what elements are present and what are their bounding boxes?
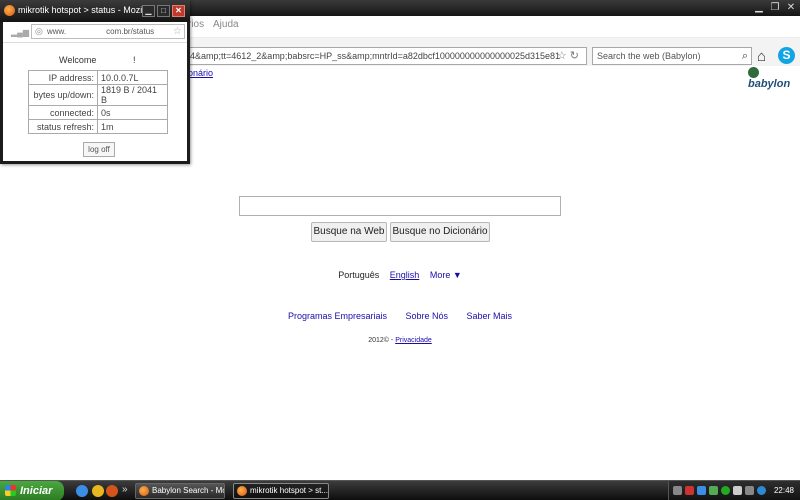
footer-link-sobre[interactable]: Sobre Nós [405,311,448,321]
footer-link-saber[interactable]: Saber Mais [467,311,513,321]
monitor-tray-icon[interactable] [745,486,754,495]
restore-icon[interactable]: ❐ [768,2,782,14]
search-icon[interactable]: ⌕ [742,48,748,64]
menu-item-ajuda[interactable]: Ajuda [213,19,239,30]
footer-link-programas[interactable]: Programas Empresariais [288,311,387,321]
signal-icon: ▂▄▆ [11,28,29,37]
firefox-icon [139,486,149,496]
babylon-orb-icon [748,66,759,78]
table-row: bytes up/down: 1819 B / 2041 B [28,84,168,106]
windows-flag-icon [5,485,16,496]
popup-minimize-icon[interactable]: ▁ [142,5,155,17]
system-tray: 22:48 [668,481,800,500]
update-tray-icon[interactable] [709,486,718,495]
copyright-text: 2012© - [368,337,396,344]
table-row: IP address: 10.0.0.7L [28,70,168,85]
hotspot-status-popup: mikrotik hotspot > status - Mozilla ... … [0,0,190,164]
status-value: 1m [97,119,168,134]
chrome-quicklaunch-icon[interactable] [92,485,104,497]
lang-english[interactable]: English [390,270,420,280]
status-label: status refresh: [28,119,98,134]
search-web-button[interactable]: Busque na Web [311,222,387,242]
search-dictionary-button[interactable]: Busque no Dicionário [390,222,490,242]
volume-tray-icon[interactable] [733,486,742,495]
status-label: connected: [28,105,98,120]
search-input[interactable] [239,196,561,216]
skype-tray-icon[interactable] [757,486,766,495]
globe-icon: ◎ [35,26,43,36]
minimize-icon[interactable]: ▁ [752,2,766,14]
whatsapp-tray-icon[interactable] [721,486,730,495]
close-icon[interactable]: ✕ [784,2,798,14]
popup-maximize-icon[interactable]: □ [157,5,170,17]
logoff-button[interactable]: log off [83,142,115,157]
popup-page: Welcome ! IP address: 10.0.0.7L bytes up… [3,42,187,161]
help-tray-icon[interactable] [673,486,682,495]
status-table: IP address: 10.0.0.7L bytes up/down: 181… [28,70,168,134]
status-value: 10.0.0.7L [97,70,168,85]
babylon-logo[interactable]: babylon [748,66,800,90]
taskbar-item-babylon[interactable]: Babylon Search - Moz... [135,483,225,499]
web-search-box[interactable]: Search the web (Babylon) ⌕ [592,47,752,65]
bookmark-star-icon[interactable]: ☆↻ [557,48,582,64]
quicklaunch-chevron[interactable]: » [122,484,128,495]
copyright: 2012© - Privacidade [0,337,800,344]
welcome-text: Welcome [59,55,97,65]
firefox-quicklaunch-icon[interactable] [106,485,118,497]
popup-title: mikrotik hotspot > status - Mozilla ... [18,5,143,15]
skype-icon[interactable]: S [778,47,795,64]
table-row: status refresh: 1m [28,119,168,134]
start-button[interactable]: Iniciar [0,481,64,500]
url-text: 4&amp;tt=4612_2&amp;babsrc=HP_ss&amp;mnt… [190,51,561,61]
firefox-icon [237,486,247,496]
status-label: IP address: [28,70,98,85]
menu-item-rios[interactable]: rios [188,19,204,30]
status-label: bytes up/down: [28,84,98,106]
search-placeholder: Search the web (Babylon) [597,51,701,61]
antivirus-tray-icon[interactable] [685,486,694,495]
home-icon[interactable]: ⌂ [757,48,766,65]
lang-more-dropdown[interactable]: More ▼ [430,270,462,280]
welcome-username: ! [133,55,136,65]
popup-close-icon[interactable]: ✕ [172,5,185,17]
table-row: connected: 0s [28,105,168,120]
popup-url-bar[interactable]: ◎ www. com.br/status ☆ [31,24,185,39]
url-bar[interactable]: 4&amp;tt=4612_2&amp;babsrc=HP_ss&amp;mnt… [185,47,587,65]
privacy-link[interactable]: Privacidade [395,337,432,344]
network-tray-icon[interactable] [697,486,706,495]
taskbar-item-mikrotik[interactable]: mikrotik hotspot > st... [233,483,329,499]
lang-portugues[interactable]: Português [338,270,379,280]
status-value: 1819 B / 2041 B [97,84,168,106]
clock: 22:48 [773,486,794,495]
firefox-icon [4,5,15,16]
popup-titlebar: mikrotik hotspot > status - Mozilla ... … [0,0,190,22]
status-value: 0s [97,105,168,120]
language-selector: Português English More ▼ [0,270,800,280]
taskbar: Iniciar » Babylon Search - Moz... mikrot… [0,480,800,500]
popup-star-icon[interactable]: ☆ [173,25,182,38]
footer-links: Programas Empresariais Sobre Nós Saber M… [0,311,800,321]
ie-quicklaunch-icon[interactable] [76,485,88,497]
bookmark-link-dicionario[interactable]: onário [188,68,213,78]
